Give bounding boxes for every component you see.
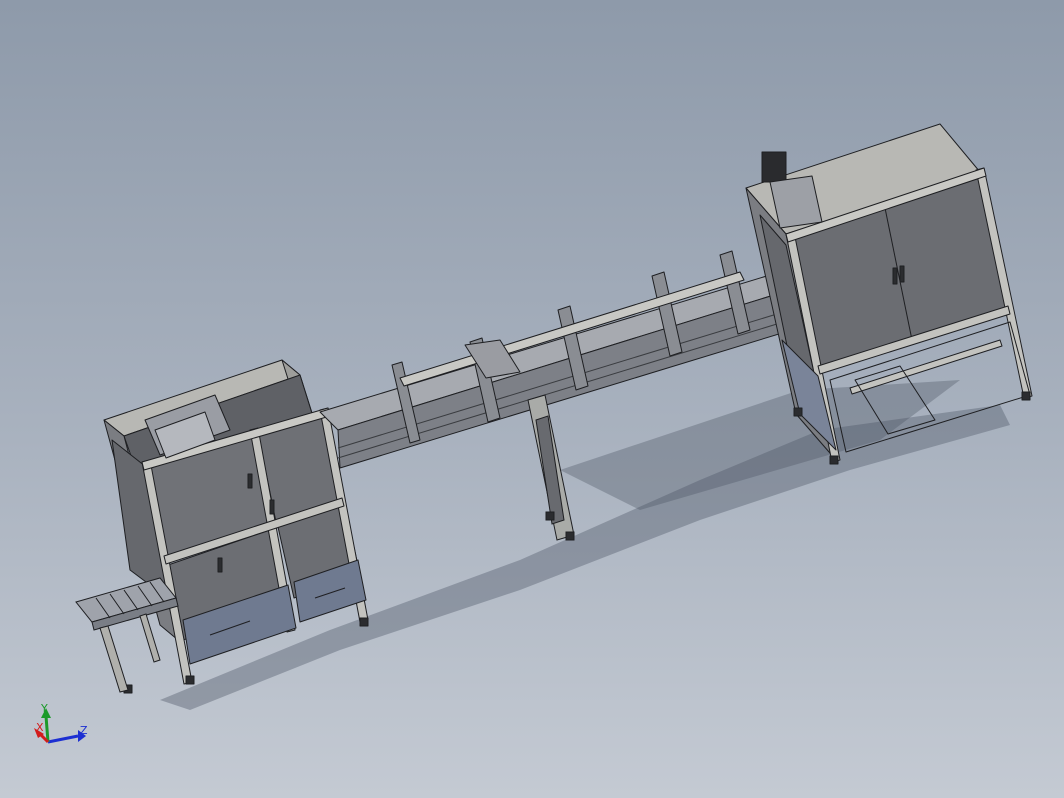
triad-x-label: X — [36, 721, 44, 734]
triad-z-axis — [47, 734, 79, 744]
triad-y-label: Y — [40, 702, 48, 715]
triad-z-label: Z — [80, 724, 88, 737]
triad-y-axis — [44, 715, 50, 743]
orientation-triad: X Y Z — [34, 702, 88, 744]
conveyor-support-leg — [527, 394, 575, 541]
cad-viewport[interactable]: X Y Z — [0, 0, 1064, 798]
assembly-model[interactable]: X Y Z — [0, 0, 1064, 798]
roller-conveyor[interactable] — [75, 577, 179, 693]
